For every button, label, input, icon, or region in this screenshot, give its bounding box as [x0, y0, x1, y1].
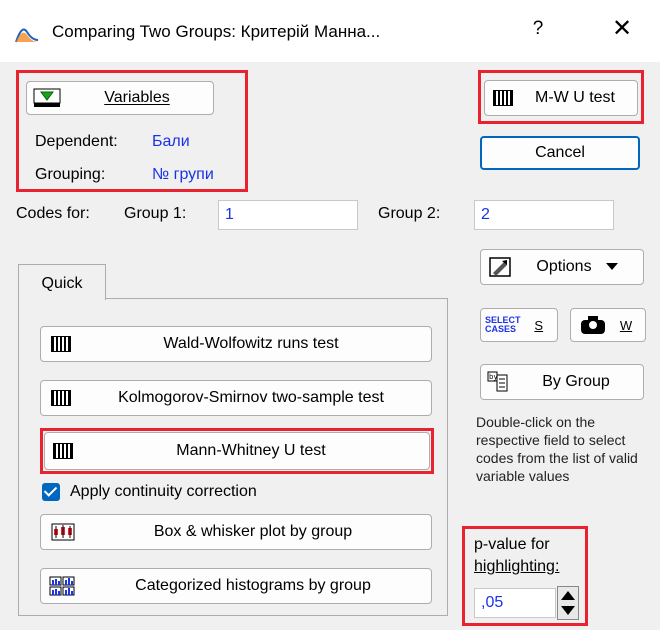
by-group-label: By Group: [542, 373, 610, 390]
dialog-window: Comparing Two Groups: Критерій Манна... …: [0, 0, 660, 630]
group1-input[interactable]: 1: [218, 200, 358, 230]
options-icon: [489, 257, 511, 277]
close-button[interactable]: ✕: [602, 14, 642, 43]
group1-label: Group 1:: [124, 205, 187, 222]
title-bar: Comparing Two Groups: Критерій Манна... …: [0, 0, 660, 62]
continuity-correction-label: Apply continuity correction: [70, 483, 257, 500]
dropdown-caret-icon: [605, 263, 618, 271]
group2-label: Group 2:: [378, 205, 441, 222]
pvalue-label-line2: highlighting:: [474, 558, 560, 575]
select-cases-key: S: [534, 317, 544, 333]
categorized-histograms-label: Categorized histograms by group: [135, 577, 371, 594]
by-group-icon: by: [487, 371, 508, 392]
mann-whitney-button[interactable]: Mann-Whitney U test: [44, 432, 430, 470]
pvalue-label-line1: p-value for: [474, 536, 550, 553]
mw-u-test-button[interactable]: M-W U test: [484, 80, 638, 116]
histogram-icon: [49, 576, 75, 596]
help-text: Double-click on the respective field to …: [476, 414, 638, 484]
select-cases-button[interactable]: SELECT CASES S: [480, 308, 558, 342]
select-cases-icon: SELECT CASES: [485, 315, 521, 334]
options-button[interactable]: Options: [480, 249, 644, 285]
box-whisker-label: Box & whisker plot by group: [153, 523, 353, 540]
codes-for-label: Codes for:: [16, 205, 90, 222]
box-whisker-button[interactable]: Box & whisker plot by group: [40, 514, 432, 550]
pvalue-spinner[interactable]: [557, 586, 579, 620]
by-group-button[interactable]: by By Group: [480, 364, 644, 400]
kolmogorov-smirnov-label: Kolmogorov-Smirnov two-sample test: [118, 389, 384, 406]
continuity-correction-checkbox[interactable]: [42, 483, 60, 501]
help-button[interactable]: ?: [523, 18, 553, 40]
mann-whitney-label: Mann-Whitney U test: [176, 442, 326, 459]
options-label: Options: [511, 258, 643, 276]
svg-text:by: by: [489, 373, 498, 381]
weight-button[interactable]: W: [570, 308, 646, 342]
group2-input[interactable]: 2: [474, 200, 614, 230]
grid-icon: [51, 390, 71, 406]
weight-key: W: [619, 317, 633, 333]
spin-up-icon[interactable]: [561, 591, 575, 600]
variables-icon: [33, 88, 61, 107]
wald-wolfowitz-button[interactable]: Wald-Wolfowitz runs test: [40, 326, 432, 362]
weight-icon: [581, 316, 605, 334]
cancel-button[interactable]: Cancel: [480, 136, 640, 170]
statistica-app-icon: [15, 23, 39, 43]
cancel-label: Cancel: [535, 144, 585, 161]
pvalue-input[interactable]: ,05: [474, 588, 556, 618]
mw-u-test-label: M-W U test: [535, 89, 615, 106]
dependent-label: Dependent:: [35, 133, 118, 150]
kolmogorov-smirnov-button[interactable]: Kolmogorov-Smirnov two-sample test: [40, 380, 432, 416]
window-title: Comparing Two Groups: Критерій Манна...: [52, 22, 381, 41]
box-whisker-icon: [51, 523, 75, 541]
grid-icon: [493, 90, 513, 106]
wald-wolfowitz-label: Wald-Wolfowitz runs test: [163, 335, 339, 352]
spin-down-icon[interactable]: [561, 606, 575, 615]
dependent-value[interactable]: Бали: [152, 133, 190, 151]
grid-icon: [51, 336, 71, 352]
grouping-value[interactable]: № групи: [152, 166, 214, 184]
variables-button[interactable]: Variables: [26, 81, 214, 115]
categorized-histograms-button[interactable]: Categorized histograms by group: [40, 568, 432, 604]
grid-icon: [53, 443, 73, 459]
tab-quick[interactable]: Quick: [18, 264, 106, 300]
grouping-label: Grouping:: [35, 166, 106, 183]
variables-button-label: Variables: [104, 89, 170, 106]
